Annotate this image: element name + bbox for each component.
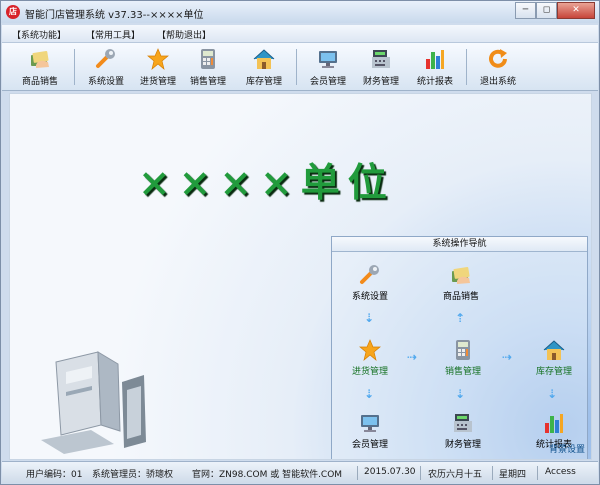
star-icon xyxy=(147,48,169,70)
toolbar-separator xyxy=(74,49,75,85)
status-admin: 系统管理员：骄璁权 xyxy=(92,470,174,480)
toolbar-label: 系统设置 xyxy=(87,77,124,87)
menu-help-exit[interactable]: 【帮助退出】 xyxy=(157,28,211,41)
nav-item-label: 进货管理 xyxy=(351,367,388,377)
monitor-icon xyxy=(361,415,379,432)
wrench-icon xyxy=(360,265,379,284)
toolbar-sell-goods-button[interactable]: 商品销售 xyxy=(16,46,64,89)
nav-item-label: 财务管理 xyxy=(444,440,481,450)
status-date: 2015.07.30 xyxy=(364,467,416,477)
flow-arrow-down-icon: ⇣ xyxy=(364,311,375,325)
menu-bar: 【系统功能】 【常用工具】 【帮助退出】 xyxy=(2,25,598,43)
nav-item-sales[interactable]: 销售管理 xyxy=(431,338,495,377)
close-button[interactable]: ✕ xyxy=(557,2,595,19)
monitor-icon xyxy=(319,51,337,68)
cash-register-icon xyxy=(454,414,472,432)
status-user-code: 用户编码：01 xyxy=(26,470,83,480)
status-bar: 用户编码：01 系统管理员：骄璁权 官网：ZN98.COM 或 智能软件.COM… xyxy=(2,461,598,483)
nav-item-sell-goods[interactable]: 商品销售 xyxy=(429,263,493,302)
status-separator xyxy=(492,466,493,480)
flow-arrow-down-icon: ⇣ xyxy=(455,387,466,401)
minimize-button[interactable]: ─ xyxy=(515,2,536,19)
toolbar-finance-button[interactable]: 财务管理 xyxy=(358,46,404,89)
toolbar-sales-button[interactable]: 销售管理 xyxy=(186,46,230,89)
toolbar-members-button[interactable]: 会员管理 xyxy=(304,46,352,89)
house-icon xyxy=(253,49,275,69)
toolbar-label: 会员管理 xyxy=(309,77,346,87)
title-bar[interactable]: 店 智能门店管理系统 v37.33--××××单位 ─ ◻ ✕ xyxy=(1,1,599,23)
status-separator xyxy=(537,466,538,480)
restore-button[interactable]: ◻ xyxy=(536,2,557,19)
toolbar-exit-button[interactable]: 退出系统 xyxy=(474,46,522,89)
nav-panel-title: 系统操作导航 xyxy=(332,237,587,252)
bar-chart-icon xyxy=(545,414,563,433)
status-lunar-date: 农历六月十五 xyxy=(428,470,483,480)
refresh-exit-icon xyxy=(489,49,507,68)
nav-item-label: 销售管理 xyxy=(444,367,481,377)
toolbar-label: 库存管理 xyxy=(245,77,282,87)
nav-item-members[interactable]: 会员管理 xyxy=(338,411,402,450)
status-website: 官网：ZN98.COM 或 智能软件.COM xyxy=(192,470,343,480)
house-icon xyxy=(543,340,565,360)
menu-common-tools[interactable]: 【常用工具】 xyxy=(86,28,140,41)
toolbar-label: 销售管理 xyxy=(189,77,226,87)
toolbar-label: 商品销售 xyxy=(21,77,58,87)
cash-register-icon xyxy=(372,50,390,68)
toolbar-label: 财务管理 xyxy=(362,77,399,87)
unit-title: ××××单位 xyxy=(138,160,395,206)
toolbar: 商品销售 系统设置 进货管理 销售管理 库存管理 会员管理 财务管理 统计报表 … xyxy=(2,43,598,91)
flow-arrow-right-icon: ⇢ xyxy=(407,350,418,364)
window-title: 智能门店管理系统 v37.33--××××单位 xyxy=(25,10,204,21)
status-separator xyxy=(357,466,358,480)
status-database: Access xyxy=(545,467,576,477)
toolbar-label: 进货管理 xyxy=(139,77,176,87)
toolbar-label: 统计报表 xyxy=(416,77,453,87)
nav-item-label: 库存管理 xyxy=(535,367,572,377)
menu-system-functions[interactable]: 【系统功能】 xyxy=(12,28,66,41)
toolbar-separator xyxy=(466,49,467,85)
star-icon xyxy=(359,339,381,361)
app-logo-icon: 店 xyxy=(6,5,20,19)
nav-item-finance[interactable]: 财务管理 xyxy=(431,411,495,450)
navigation-panel: 系统操作导航 系统设置 商品销售 ⇣ ⇡ 进货管理 ⇢ 销售管理 ⇢ 库存管理 … xyxy=(331,236,588,459)
main-workspace: ××××单位 系统操作导航 系统设置 商品销售 ⇣ ⇡ 进货管理 ⇢ 销售管理 … xyxy=(9,93,592,460)
calculator-icon xyxy=(201,49,215,69)
bar-chart-icon xyxy=(426,50,444,69)
nav-item-label: 系统设置 xyxy=(351,292,388,302)
nav-item-inventory[interactable]: 库存管理 xyxy=(522,338,586,377)
payment-icon xyxy=(31,50,49,68)
toolbar-reports-button[interactable]: 统计报表 xyxy=(412,46,458,89)
calculator-icon xyxy=(456,340,470,360)
flow-arrow-right-icon: ⇢ xyxy=(502,350,513,364)
toolbar-purchase-button[interactable]: 进货管理 xyxy=(136,46,180,89)
background-settings-link[interactable]: 背景设置 xyxy=(549,442,585,455)
status-separator xyxy=(420,466,421,480)
flow-arrow-down-icon: ⇣ xyxy=(547,387,558,401)
flow-arrow-up-icon: ⇡ xyxy=(455,311,466,325)
payment-icon xyxy=(452,266,470,284)
toolbar-label: 退出系统 xyxy=(479,77,516,87)
nav-item-purchase[interactable]: 进货管理 xyxy=(338,338,402,377)
wrench-icon xyxy=(96,49,115,68)
flow-arrow-down-icon: ⇣ xyxy=(364,387,375,401)
toolbar-inventory-button[interactable]: 库存管理 xyxy=(240,46,288,89)
status-weekday: 星期四 xyxy=(499,470,527,480)
nav-item-label: 商品销售 xyxy=(442,292,479,302)
nav-item-system-settings[interactable]: 系统设置 xyxy=(338,263,402,302)
toolbar-separator xyxy=(296,49,297,85)
toolbar-settings-button[interactable]: 系统设置 xyxy=(84,46,128,89)
app-window: 店 智能门店管理系统 v37.33--××××单位 ─ ◻ ✕ 【系统功能】 【… xyxy=(0,0,600,485)
nav-item-label: 会员管理 xyxy=(351,440,388,450)
computer-illustration xyxy=(41,351,146,454)
